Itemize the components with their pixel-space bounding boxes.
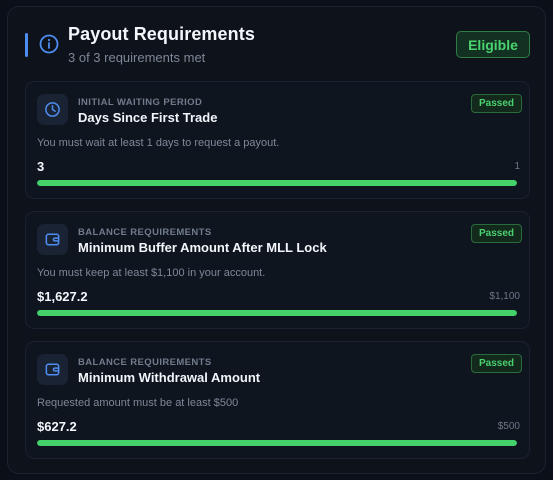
progress-track [37,440,517,446]
requirement-category: BALANCE REQUIREMENTS [78,357,212,368]
info-icon [38,33,60,55]
requirement-description: You must keep at least $1,100 in your ac… [37,267,266,279]
requirement-title: Minimum Buffer Amount After MLL Lock [78,240,327,255]
progress-fill [37,180,517,186]
current-value: 3 [37,159,45,174]
clock-icon [37,94,68,125]
progress-track [37,180,517,186]
requirement-description: Requested amount must be at least $500 [37,397,239,409]
wallet-icon [37,224,68,255]
eligible-badge: Eligible [456,31,530,58]
requirement-title: Minimum Withdrawal Amount [78,370,261,385]
requirement-card: INITIAL WAITING PERIOD Days Since First … [25,81,530,199]
requirement-card: BALANCE REQUIREMENTS Minimum Buffer Amou… [25,211,530,329]
page-title: Payout Requirements [68,24,255,44]
payout-requirements-panel: Payout Requirements 3 of 3 requirements … [7,6,546,474]
wallet-icon [37,354,68,385]
passed-badge: Passed [471,354,522,373]
passed-badge: Passed [471,224,522,243]
requirement-title: Days Since First Trade [78,110,218,125]
target-value: $1,100 [489,291,520,302]
progress-fill [37,310,517,316]
passed-badge: Passed [471,94,522,113]
current-value: $627.2 [37,419,77,434]
requirement-card: BALANCE REQUIREMENTS Minimum Withdrawal … [25,341,530,459]
target-value: $500 [497,421,520,432]
progress-fill [37,440,517,446]
requirement-category: INITIAL WAITING PERIOD [78,97,203,108]
panel-header: Payout Requirements 3 of 3 requirements … [8,7,545,81]
requirement-category: BALANCE REQUIREMENTS [78,227,212,238]
target-value: 1 [514,161,520,172]
current-value: $1,627.2 [37,289,88,304]
requirements-summary: 3 of 3 requirements met [68,50,206,65]
accent-bar [25,33,28,57]
requirement-description: You must wait at least 1 days to request… [37,137,280,149]
progress-track [37,310,517,316]
